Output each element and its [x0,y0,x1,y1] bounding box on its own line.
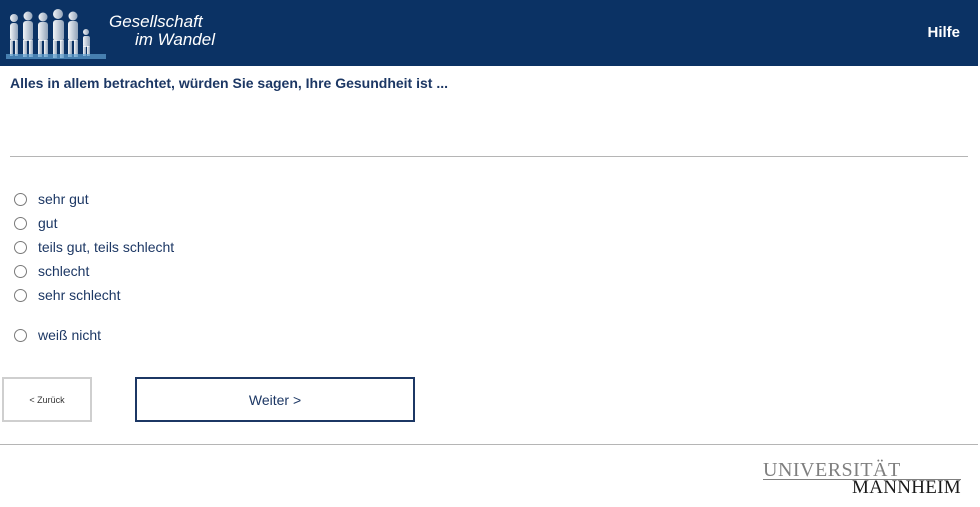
option-label: teils gut, teils schlecht [38,239,175,255]
university-mannheim-logo: UNIVERSITÄT MANNHEIM [763,459,968,499]
radio-button[interactable] [14,329,27,342]
help-link[interactable]: Hilfe [927,24,960,41]
option-label: gut [38,215,58,231]
option-label: weiß nicht [38,327,102,343]
radio-button[interactable] [14,241,27,254]
option-label: sehr gut [38,191,89,207]
radio-button[interactable] [14,289,27,302]
radio-button[interactable] [14,217,27,230]
university-logo-line2: MANNHEIM [852,477,962,498]
option-label: sehr schlecht [38,287,121,303]
back-button[interactable]: < Zurück [2,377,92,422]
header-bar: Gesellschaft im Wandel Hilfe [0,0,978,66]
next-button[interactable]: Weiter > [135,377,415,422]
footer-divider [0,444,978,445]
radio-button[interactable] [14,193,27,206]
people-silhouettes-icon [6,9,106,59]
question-text: Alles in allem betrachtet, würden Sie sa… [10,75,449,91]
gesellschaft-im-wandel-logo: Gesellschaft im Wandel [6,8,236,62]
logo-title-line2: im Wandel [135,30,215,49]
divider [10,156,968,157]
option-label: schlecht [38,263,90,279]
logo-title-line1: Gesellschaft [109,12,203,31]
radio-button[interactable] [14,265,27,278]
